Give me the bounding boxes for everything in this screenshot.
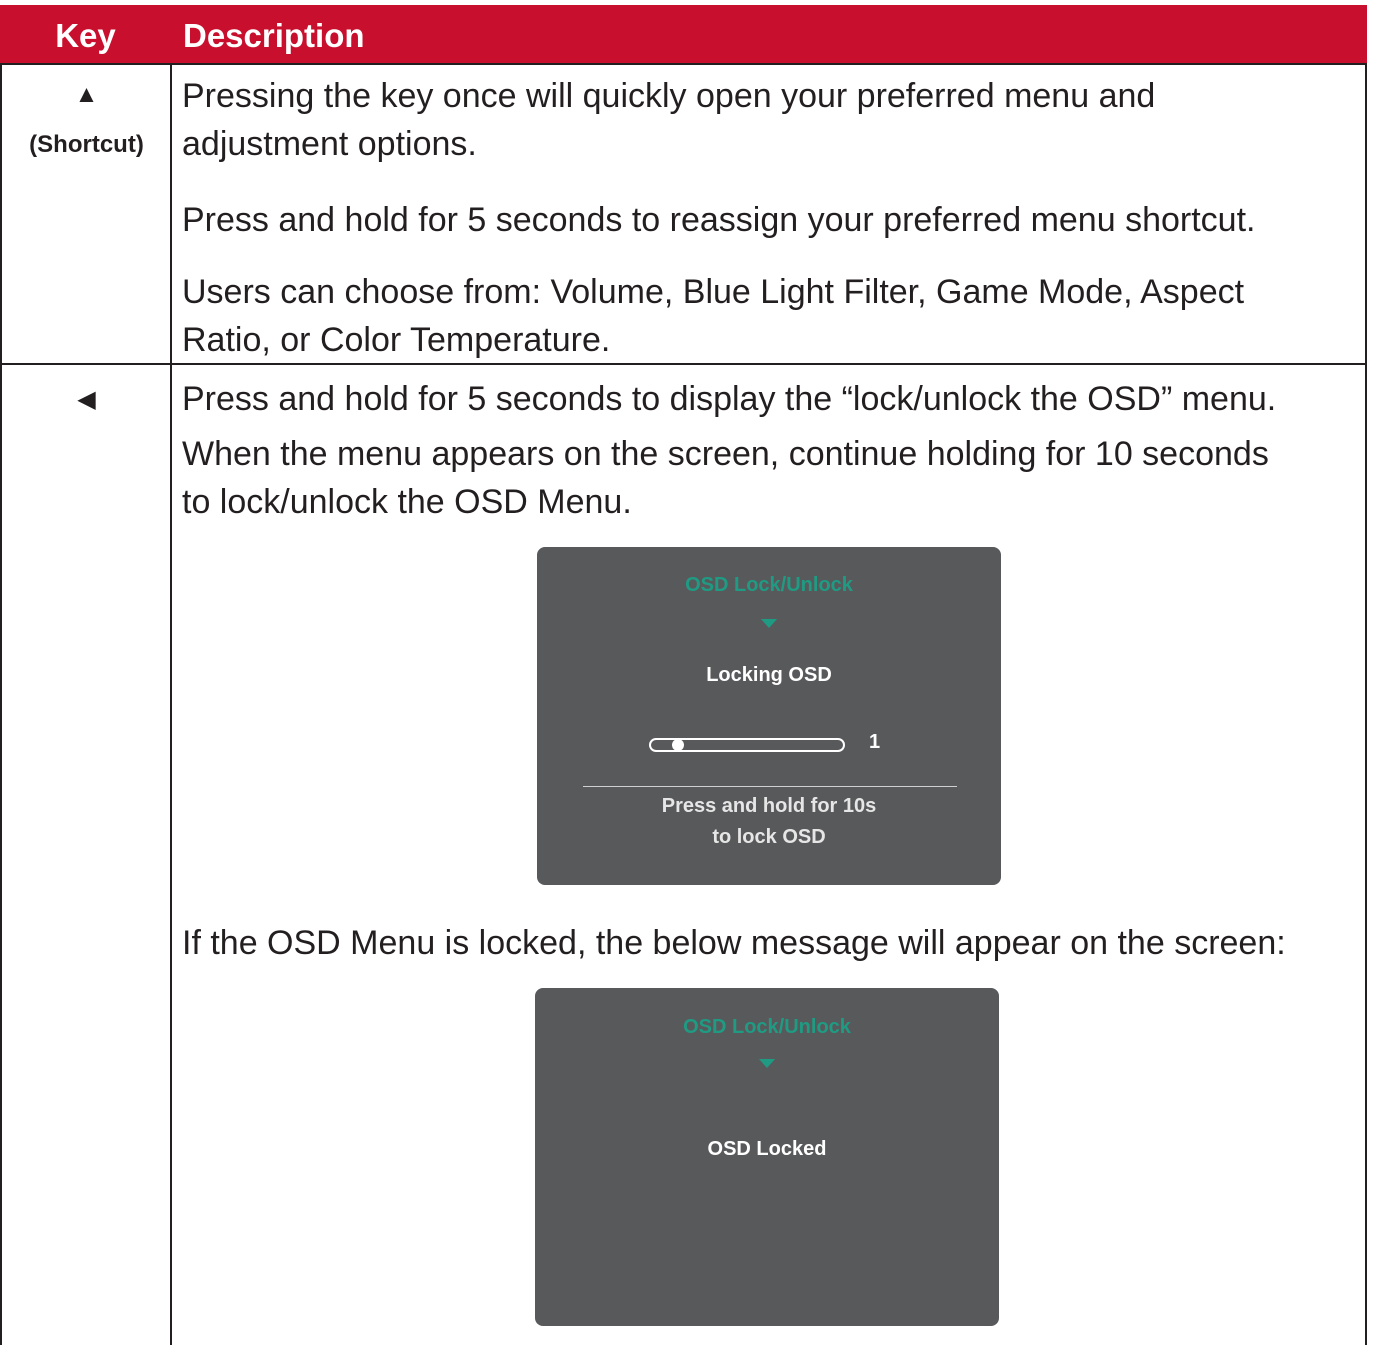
osd-message-line: Press and hold for 10s <box>661 795 877 817</box>
column-divider <box>170 63 172 1345</box>
progress-knob <box>672 739 684 751</box>
header-key: Key <box>55 17 116 54</box>
key-cell-left: ◀ <box>2 388 171 412</box>
osd-status: Locking OSD <box>706 664 832 686</box>
description-line: If the OSD Menu is locked, the below mes… <box>182 924 1286 962</box>
osd-message-line: to lock OSD <box>712 826 826 848</box>
description-line: Pressing the key once will quickly open … <box>182 77 1156 115</box>
left-arrow-icon: ◀ <box>77 386 96 413</box>
description-line: Ratio, or Color Temperature. <box>182 321 611 359</box>
key-cell-shortcut: ▲ (Shortcut) <box>2 83 171 159</box>
table-border-left <box>0 63 2 1345</box>
key-label-shortcut: (Shortcut) <box>29 131 144 158</box>
table-header: Key Description <box>0 5 1367 63</box>
progress-value: 1 <box>869 731 881 753</box>
osd-title: OSD Lock/Unlock <box>683 1016 851 1038</box>
description-line: adjustment options. <box>182 125 477 163</box>
table-border-right <box>1365 63 1367 1345</box>
osd-locked-screen: OSD Lock/Unlock OSD Locked <box>535 988 999 1326</box>
description-line: Users can choose from: Volume, Blue Ligh… <box>182 273 1245 311</box>
description-line: Press and hold for 5 seconds to display … <box>182 380 1277 418</box>
header-bottom-border <box>0 63 1367 65</box>
osd-divider <box>583 786 957 787</box>
header-description: Description <box>183 17 365 54</box>
chevron-down-icon <box>759 1059 775 1068</box>
osd-locking-screen: OSD Lock/Unlock Locking OSD 1 Press and … <box>537 547 1001 885</box>
description-line: Press and hold for 5 seconds to reassign… <box>182 201 1256 239</box>
osd-status: OSD Locked <box>707 1138 827 1160</box>
lock-progress-bar <box>649 738 845 752</box>
key-description-table: Key Description ▲ (Shortcut) Pressing th… <box>0 5 1367 1345</box>
up-arrow-icon: ▲ <box>74 81 99 108</box>
description-line: When the menu appears on the screen, con… <box>182 435 1269 473</box>
chevron-down-icon <box>761 619 777 628</box>
osd-title: OSD Lock/Unlock <box>685 574 853 596</box>
description-line: to lock/unlock the OSD Menu. <box>182 483 632 521</box>
